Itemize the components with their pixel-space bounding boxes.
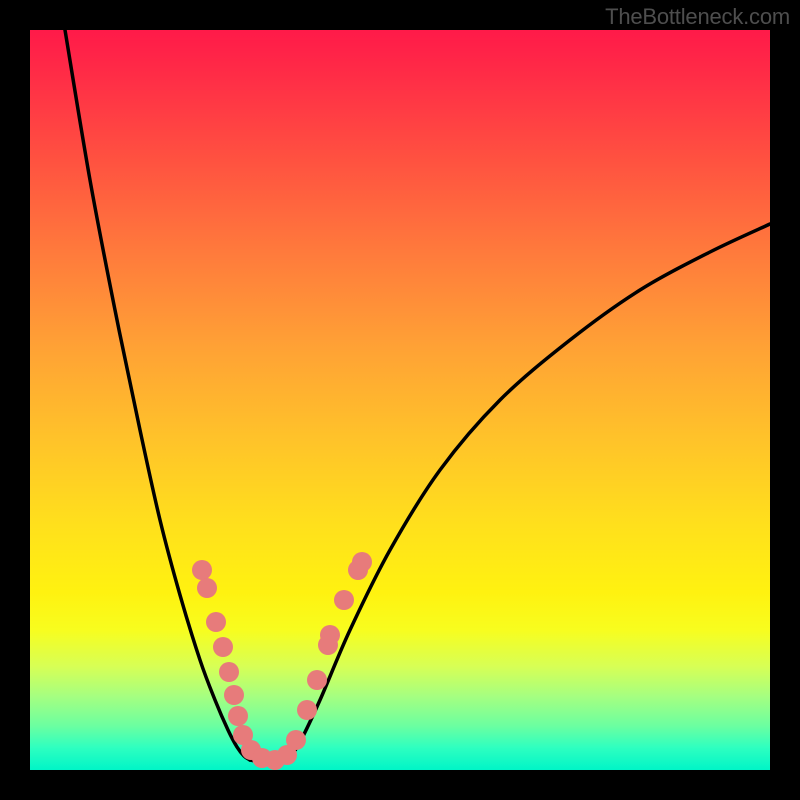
highlight-dot — [197, 578, 217, 598]
highlight-dot — [320, 625, 340, 645]
highlight-dot — [307, 670, 327, 690]
highlight-dots-group — [192, 552, 372, 770]
highlight-dot — [219, 662, 239, 682]
highlight-dot — [224, 685, 244, 705]
highlight-dot — [213, 637, 233, 657]
highlight-dot — [334, 590, 354, 610]
plot-area — [30, 30, 770, 770]
curve-path-group — [65, 30, 770, 763]
highlight-dot — [297, 700, 317, 720]
highlight-dot — [352, 552, 372, 572]
curve-svg — [30, 30, 770, 770]
highlight-dot — [286, 730, 306, 750]
highlight-dot — [228, 706, 248, 726]
highlight-dot — [192, 560, 212, 580]
outer-frame: TheBottleneck.com — [0, 0, 800, 800]
curve-right-branch — [288, 224, 770, 760]
highlight-dot — [206, 612, 226, 632]
watermark-label: TheBottleneck.com — [605, 4, 790, 30]
